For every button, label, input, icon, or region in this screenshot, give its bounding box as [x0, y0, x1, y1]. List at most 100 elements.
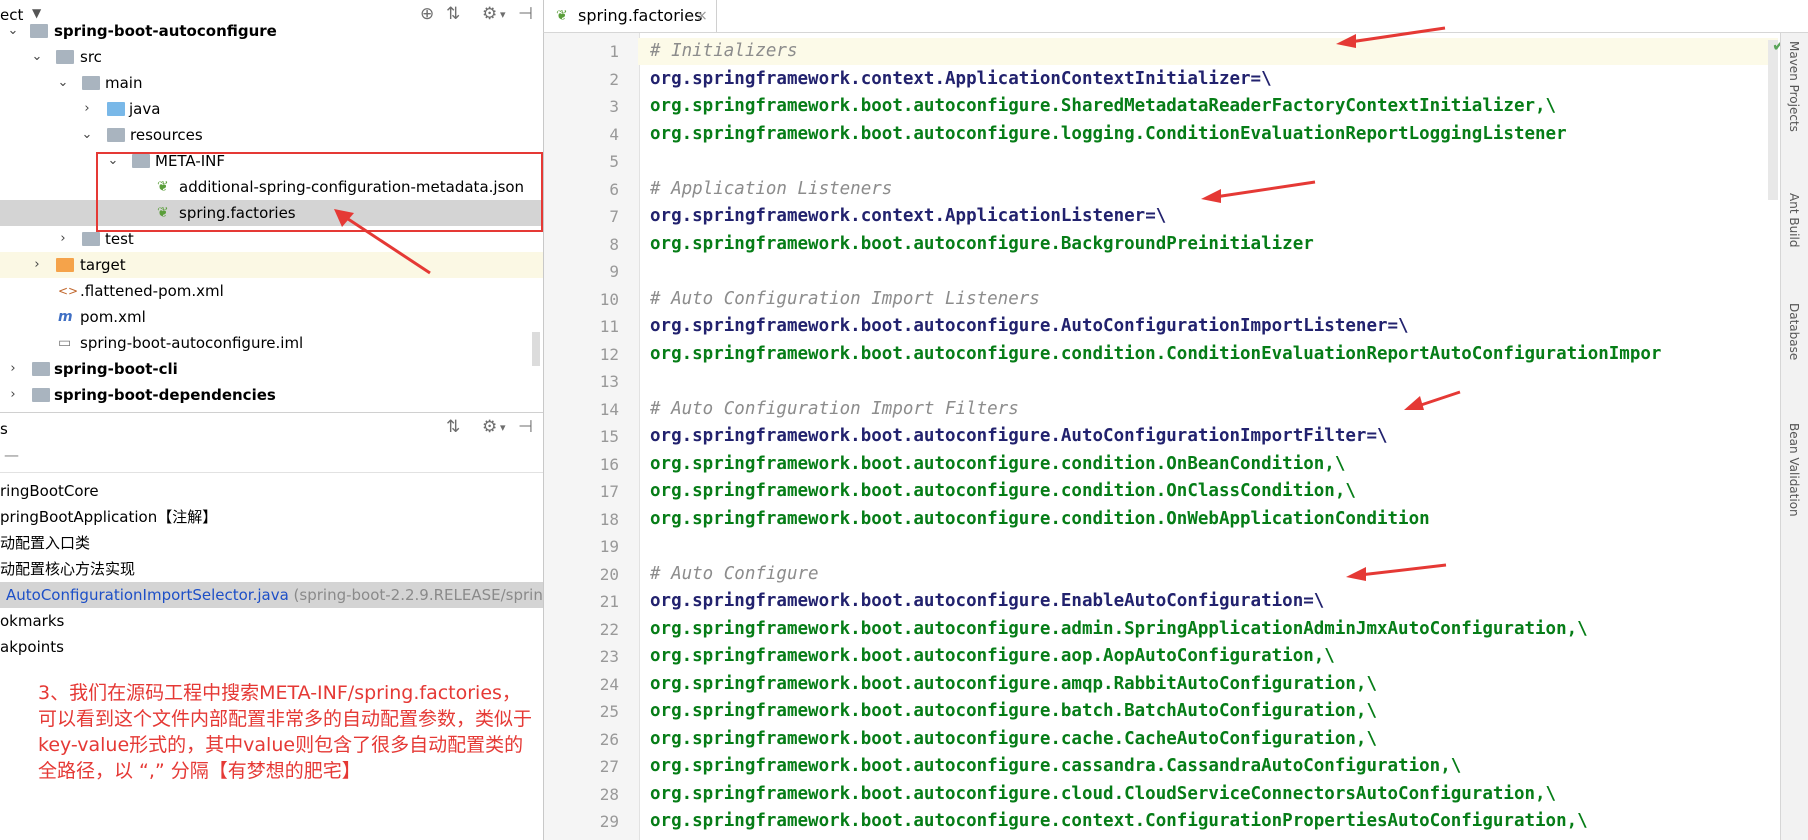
- line-number: 24: [599, 674, 619, 694]
- line-number-gutter: 1 2 3 4 5 6 7 8 9 10 11 12 13 14 15 16 17 18 19 20 21 22 23 24 2…: [543, 33, 640, 840]
- code-line: # Auto Configuration Import Listeners: [650, 288, 1040, 309]
- line-number: 1: [609, 42, 619, 61]
- chevron-down-icon[interactable]: ⌄: [56, 70, 70, 96]
- tool-bean-validation[interactable]: Bean Validation: [1787, 423, 1801, 517]
- editor-tab-bar: ❦ spring.factories ×: [543, 0, 1808, 33]
- code-line: # Initializers: [650, 41, 798, 61]
- line-number: 9: [609, 262, 619, 281]
- list-item[interactable]: okmarks: [0, 608, 543, 634]
- resources-folder-icon: [107, 128, 125, 142]
- annotation-arrow: [1201, 180, 1316, 203]
- code-line: org.springframework.boot.autoconfigure.c…: [650, 343, 1662, 364]
- tree-item-flattened-pom[interactable]: <> .flattened-pom.xml: [0, 278, 543, 304]
- chevron-right-icon[interactable]: ›: [30, 252, 44, 278]
- code-line: org.springframework.boot.autoconfigure.A…: [650, 426, 1388, 446]
- spring-file-icon: ❦: [556, 8, 568, 24]
- tree-item-target[interactable]: › target: [0, 252, 543, 278]
- code-line: org.springframework.boot.autoconfigure.c…: [650, 811, 1588, 831]
- project-panel: ect ▼ ⊕ ⇅ ⚙ ▾ ⊣ ⌄ spring-boot-autoconfig…: [0, 0, 543, 840]
- line-number: 26: [599, 729, 619, 749]
- tree-item-spring-boot-autoconfigure[interactable]: ⌄ spring-boot-autoconfigure: [0, 18, 543, 44]
- list-item[interactable]: pringBootApplication【注解】: [0, 504, 543, 530]
- line-number: 8: [609, 234, 619, 254]
- tool-maven-projects[interactable]: Maven Projects: [1787, 41, 1801, 132]
- line-number: 25: [599, 702, 619, 721]
- code-line: org.springframework.boot.autoconfigure.c…: [650, 481, 1356, 501]
- tool-ant-build[interactable]: Ant Build: [1787, 193, 1801, 247]
- folder-icon: [56, 50, 74, 64]
- code-line: org.springframework.boot.autoconfigure.a…: [650, 673, 1377, 694]
- source-folder-icon: [107, 102, 125, 116]
- code-line: org.springframework.boot.autoconfigure.c…: [650, 783, 1557, 804]
- code-line: org.springframework.boot.autoconfigure.c…: [650, 756, 1462, 776]
- code-line: org.springframework.boot.autoconfigure.a…: [650, 646, 1335, 666]
- collapse-all-icon[interactable]: ⇅: [446, 417, 460, 437]
- code-line: org.springframework.boot.autoconfigure.S…: [650, 96, 1557, 116]
- code-line: org.springframework.boot.autoconfigure.a…: [650, 618, 1588, 639]
- chevron-right-icon[interactable]: ›: [56, 226, 70, 252]
- close-icon[interactable]: ×: [696, 0, 708, 32]
- list-item[interactable]: akpoints: [0, 634, 543, 660]
- line-number: 15: [599, 427, 619, 446]
- folder-icon: [82, 76, 100, 90]
- line-number: 6: [609, 179, 619, 199]
- code-line: org.springframework.boot.autoconfigure.A…: [650, 316, 1409, 336]
- tree-item-src[interactable]: ⌄ src: [0, 44, 543, 70]
- line-number: 10: [599, 289, 619, 309]
- tree-scrollbar[interactable]: [532, 332, 540, 366]
- chevron-right-icon[interactable]: ›: [6, 382, 20, 408]
- line-number: 4: [609, 124, 619, 144]
- list-item-selected[interactable]: AutoConfigurationImportSelector.java (sp…: [0, 582, 543, 608]
- chevron-right-icon[interactable]: ›: [80, 96, 94, 122]
- code-line: # Application Listeners: [650, 178, 893, 199]
- chevron-down-icon[interactable]: ⌄: [6, 18, 20, 44]
- line-number: 11: [599, 317, 619, 336]
- maven-file-icon: m: [58, 309, 73, 325]
- tool-window-strip: Maven Projects Ant Build Database Bean V…: [1780, 33, 1808, 840]
- tree-item-main[interactable]: ⌄ main: [0, 70, 543, 96]
- chevron-down-icon[interactable]: ⌄: [80, 122, 94, 148]
- list-item[interactable]: 动配置入口类: [0, 530, 543, 556]
- tab-spring-factories[interactable]: ❦ spring.factories ×: [544, 0, 717, 32]
- line-number: 20: [599, 564, 619, 584]
- line-number: 7: [609, 207, 619, 226]
- line-number: 13: [599, 372, 619, 391]
- code-line: org.springframework.boot.autoconfigure.c…: [650, 728, 1377, 749]
- tree-item-pom-xml[interactable]: m pom.xml: [0, 304, 543, 330]
- chevron-down-icon[interactable]: ⌄: [30, 44, 44, 70]
- list-item[interactable]: 动配置核心方法实现: [0, 556, 543, 582]
- annotation-arrow: [1346, 563, 1447, 581]
- hide-panel-icon[interactable]: ⊣: [518, 417, 533, 437]
- list-item[interactable]: ringBootCore: [0, 478, 543, 504]
- line-number: 18: [599, 509, 619, 529]
- structure-panel-header: s ⇅ ⚙ ▾ ⊣: [0, 412, 543, 445]
- tree-item-resources[interactable]: ⌄ resources: [0, 122, 543, 148]
- tree-item-spring-boot-dependencies[interactable]: › spring-boot-dependencies: [0, 382, 543, 408]
- tree-item-java[interactable]: › java: [0, 96, 543, 122]
- tree-item-spring-boot-cli[interactable]: › spring-boot-cli: [0, 356, 543, 382]
- iml-file-icon: ▭: [58, 335, 72, 351]
- gear-icon[interactable]: ⚙: [482, 417, 497, 437]
- editor-scrollbar[interactable]: [1768, 40, 1778, 200]
- line-number: 16: [599, 454, 619, 474]
- tree-item-iml[interactable]: ▭ spring-boot-autoconfigure.iml: [0, 330, 543, 356]
- line-number: 22: [599, 619, 619, 639]
- code-line: org.springframework.context.ApplicationL…: [650, 206, 1167, 226]
- annotation-arrow: [334, 209, 431, 275]
- code-line: org.springframework.boot.autoconfigure.b…: [650, 701, 1377, 721]
- chevron-down-icon[interactable]: ▾: [500, 421, 506, 434]
- line-number: 29: [599, 812, 619, 831]
- line-number: 3: [609, 97, 619, 116]
- line-number: 27: [599, 757, 619, 776]
- module-icon: [32, 362, 50, 376]
- annotation-arrow: [1404, 390, 1461, 410]
- module-icon: [32, 388, 50, 402]
- chevron-right-icon[interactable]: ›: [6, 356, 20, 382]
- code-editor[interactable]: # Initializers org.springframework.contex…: [650, 33, 1780, 840]
- annotation-arrow: [1336, 26, 1446, 48]
- module-icon: [30, 24, 48, 38]
- line-number: 12: [599, 344, 619, 364]
- xml-file-icon: <>: [58, 284, 79, 298]
- line-number: 5: [609, 152, 619, 171]
- tool-database[interactable]: Database: [1787, 303, 1801, 360]
